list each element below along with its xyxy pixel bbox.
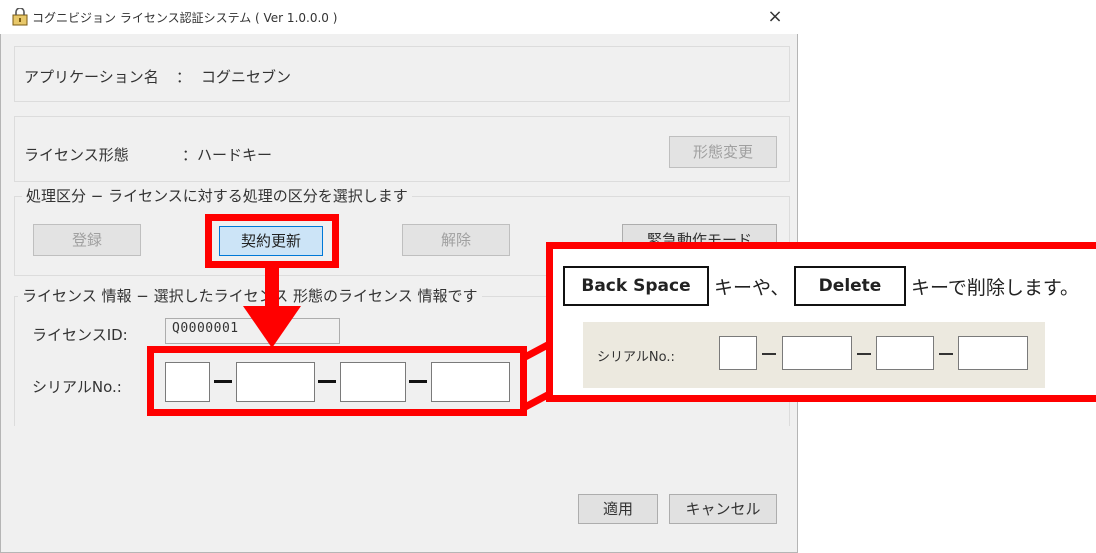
callout-serial-field-3 [876,336,934,370]
register-button[interactable]: 登録 [33,224,141,256]
license-id-field: Q0000001 [165,318,340,344]
callout-serial-field-4 [958,336,1028,370]
process-legend: 処理区分 − ライセンスに対する処理の区分を選択します [22,185,412,206]
serial-label: シリアルNo.: [32,378,122,396]
license-type-label: ライセンス形態 [24,146,129,164]
delete-keycap: Delete [794,266,906,306]
app-name-separator: ： [176,68,192,86]
callout-serial-label: シリアルNo.: [597,350,675,365]
callout-text-2: キーで削除します。 [911,277,1079,299]
callout-text-1: キーや、 [714,277,790,299]
change-type-button[interactable]: 形態変更 [669,136,777,168]
serial-fields-highlight [147,346,527,416]
backspace-keycap: Back Space [563,266,709,306]
renew-button-highlight [205,214,339,268]
callout-dash-1 [762,353,776,355]
app-name-value: コグニセブン [201,68,292,86]
release-button[interactable]: 解除 [402,224,510,256]
window-title: コグニビジョン ライセンス認証システム ( Ver 1.0.0.0 ) [32,11,338,25]
apply-button[interactable]: 適用 [578,494,658,524]
license-id-label: ライセンスID: [32,326,128,344]
callout-serial-field-1 [719,336,757,370]
license-info-legend: ライセンス 情報 − 選択したライセンス 形態のライセンス 情報です [18,285,482,306]
app-lock-icon [12,8,28,26]
callout-dash-3 [939,353,953,355]
close-button[interactable]: × [760,4,790,30]
callout-dash-2 [857,353,871,355]
callout-serial-field-2 [782,336,852,370]
cancel-button[interactable]: キャンセル [669,494,777,524]
license-type-value: ：ハードキー [182,146,273,164]
app-name-label: アプリケーション名 [24,68,159,86]
